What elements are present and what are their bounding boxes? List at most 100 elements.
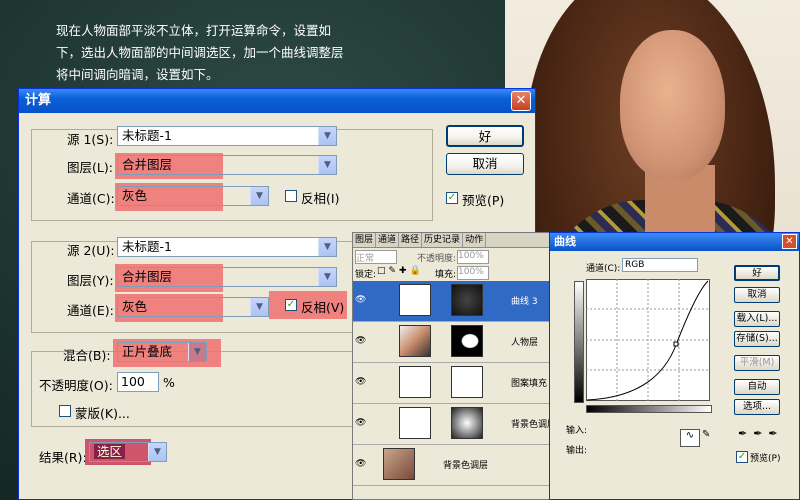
tutorial-line-3: 将中间调向暗调，设置如下。 bbox=[56, 67, 219, 82]
chevron-down-icon: ▼ bbox=[188, 343, 206, 361]
curve-point bbox=[673, 341, 679, 347]
source2-invert-label: 反相(V) bbox=[301, 300, 345, 315]
curves-channel-value: RGB bbox=[625, 260, 645, 270]
chevron-down-icon: ▼ bbox=[318, 238, 336, 256]
preview-checkbox[interactable]: ✓ bbox=[446, 192, 458, 204]
layer-row-pattern[interactable]: 👁 图案填充 1 bbox=[353, 363, 549, 404]
curves-title: 曲线 bbox=[554, 235, 576, 248]
curves-titlebar[interactable]: 曲线 ✕ bbox=[550, 233, 799, 251]
opacity-input[interactable]: 100 bbox=[117, 372, 159, 392]
layer-thumb bbox=[399, 325, 431, 357]
chevron-down-icon: ▼ bbox=[318, 156, 336, 174]
tab-channels[interactable]: 通道 bbox=[376, 233, 400, 247]
layers-panel: 图层 通道 路径 历史记录 动作 正常 不透明度: 100% 锁定: □✎✚🔒 … bbox=[352, 232, 550, 500]
preview-label: 预览(P) bbox=[462, 193, 505, 208]
source1-select[interactable]: 未标题-1 ▼ bbox=[117, 126, 337, 146]
curves-adjustment-icon bbox=[399, 284, 431, 316]
layer-mask-thumb bbox=[451, 407, 483, 439]
curves-save-button[interactable]: 存储(S)... bbox=[734, 331, 780, 347]
blend-label: 混合(B): bbox=[63, 348, 111, 363]
layers-tabs: 图层 通道 路径 历史记录 动作 bbox=[353, 233, 549, 248]
tutorial-line-2: 下，选出人物面部的中间调选区，加一个曲线调整层 bbox=[56, 45, 344, 60]
layer-name: 背景色调层 bbox=[443, 461, 489, 471]
source1-channel-label: 通道(C): bbox=[67, 191, 115, 206]
input-label: 输入: bbox=[566, 426, 588, 436]
tab-actions[interactable]: 动作 bbox=[463, 233, 487, 247]
cancel-button[interactable]: 取消 bbox=[446, 153, 524, 175]
dialog-title: 计算 bbox=[25, 93, 52, 108]
lock-icons[interactable]: □✎✚🔒 bbox=[377, 266, 424, 276]
source2-invert-checkbox[interactable]: ✓ bbox=[285, 299, 297, 311]
curves-smooth-button[interactable]: 平滑(M) bbox=[734, 355, 780, 371]
opacity-label: 不透明度(O): bbox=[39, 378, 113, 393]
curves-channel-select[interactable]: RGB bbox=[622, 258, 698, 272]
ok-button[interactable]: 好 bbox=[446, 125, 524, 147]
curves-options-button[interactable]: 选项... bbox=[734, 399, 780, 415]
curves-preview-checkbox[interactable]: ✓ bbox=[736, 451, 748, 463]
layer-mask-thumb bbox=[451, 366, 483, 398]
output-gradient-bar bbox=[574, 281, 584, 403]
layer-row-person[interactable]: 👁 人物层 bbox=[353, 322, 549, 363]
output-label: 输出: bbox=[566, 446, 588, 456]
curves-auto-button[interactable]: 自动 bbox=[734, 379, 780, 395]
source2-channel-label: 通道(E): bbox=[67, 303, 114, 318]
source2-channel-value: 灰色 bbox=[122, 299, 148, 314]
eye-icon[interactable]: 👁 bbox=[355, 418, 366, 428]
tab-layers[interactable]: 图层 bbox=[353, 233, 377, 247]
pattern-fill-icon bbox=[399, 366, 431, 398]
tab-paths[interactable]: 路径 bbox=[399, 233, 423, 247]
fill-input[interactable]: 100% bbox=[457, 266, 489, 280]
layer-row-curves[interactable]: 👁 曲线 3 bbox=[353, 281, 549, 322]
source2-channel-select[interactable]: 灰色 ▼ bbox=[117, 297, 269, 317]
curves-dialog: 曲线 ✕ 通道(C): RGB 输入: 输出: ∿ ✎ 好 取消 载入(L)..… bbox=[549, 232, 800, 500]
source1-layer-label: 图层(L): bbox=[67, 160, 113, 175]
source1-invert-checkbox[interactable] bbox=[285, 190, 297, 202]
source1-layer-value: 合并图层 bbox=[122, 157, 173, 172]
chevron-down-icon: ▼ bbox=[250, 187, 268, 205]
tutorial-text: 现在人物面部平淡不立体，打开运算命令，设置如 下，选出人物面部的中间调选区，加一… bbox=[56, 20, 396, 86]
layer-mask-thumb bbox=[451, 325, 483, 357]
source1-value: 未标题-1 bbox=[122, 128, 172, 143]
eye-icon[interactable]: 👁 bbox=[355, 336, 366, 346]
layer-row-bg[interactable]: 👁 背景色调层 bbox=[353, 445, 549, 486]
close-icon[interactable]: ✕ bbox=[511, 91, 531, 111]
curve-tool-icon[interactable]: ∿ bbox=[680, 429, 700, 447]
blend-value: 正片叠底 bbox=[122, 344, 173, 359]
mask-checkbox[interactable] bbox=[59, 405, 71, 417]
pencil-icon[interactable]: ✎ bbox=[702, 429, 710, 440]
source2-select[interactable]: 未标题-1 ▼ bbox=[117, 237, 337, 257]
dialog-titlebar[interactable]: 计算 ✕ bbox=[19, 89, 535, 113]
source2-label: 源 2(U): bbox=[67, 243, 115, 258]
layer-row-bg-tone[interactable]: 👁 背景色调层 bbox=[353, 404, 549, 445]
result-value: 选区 bbox=[94, 444, 126, 459]
source1-channel-select[interactable]: 灰色 ▼ bbox=[117, 186, 269, 206]
fill-label: 填充: bbox=[435, 270, 457, 280]
curves-ok-button[interactable]: 好 bbox=[734, 265, 780, 281]
close-icon[interactable]: ✕ bbox=[782, 234, 797, 249]
tab-history[interactable]: 历史记录 bbox=[422, 233, 464, 247]
source2-layer-select[interactable]: 合并图层 ▼ bbox=[117, 267, 337, 287]
face bbox=[620, 30, 725, 180]
result-select[interactable]: 选区 ▼ bbox=[89, 442, 167, 462]
blend-select[interactable]: 正片叠底 ▼ bbox=[117, 342, 207, 362]
curves-preview-label: 预览(P) bbox=[750, 454, 781, 464]
input-gradient-bar bbox=[586, 405, 712, 413]
chevron-down-icon: ▼ bbox=[148, 443, 166, 461]
eyedropper-icons[interactable]: ✒✒✒ bbox=[738, 427, 784, 440]
curves-load-button[interactable]: 载入(L)... bbox=[734, 311, 780, 327]
chevron-down-icon: ▼ bbox=[318, 268, 336, 286]
eye-icon[interactable]: 👁 bbox=[355, 295, 366, 305]
tutorial-line-1: 现在人物面部平淡不立体，打开运算命令，设置如 bbox=[56, 23, 332, 38]
result-label: 结果(R): bbox=[39, 450, 87, 465]
curves-cancel-button[interactable]: 取消 bbox=[734, 287, 780, 303]
source1-label: 源 1(S): bbox=[67, 132, 114, 147]
source2-value: 未标题-1 bbox=[122, 239, 172, 254]
eye-icon[interactable]: 👁 bbox=[355, 377, 366, 387]
eye-icon[interactable]: 👁 bbox=[355, 459, 366, 469]
layer-name: 人物层 bbox=[511, 338, 539, 348]
layer-opacity-input[interactable]: 100% bbox=[457, 250, 489, 264]
source1-layer-select[interactable]: 合并图层 ▼ bbox=[117, 155, 337, 175]
blend-mode-select[interactable]: 正常 bbox=[355, 250, 397, 264]
adjustment-icon bbox=[399, 407, 431, 439]
curves-graph[interactable] bbox=[586, 279, 710, 401]
